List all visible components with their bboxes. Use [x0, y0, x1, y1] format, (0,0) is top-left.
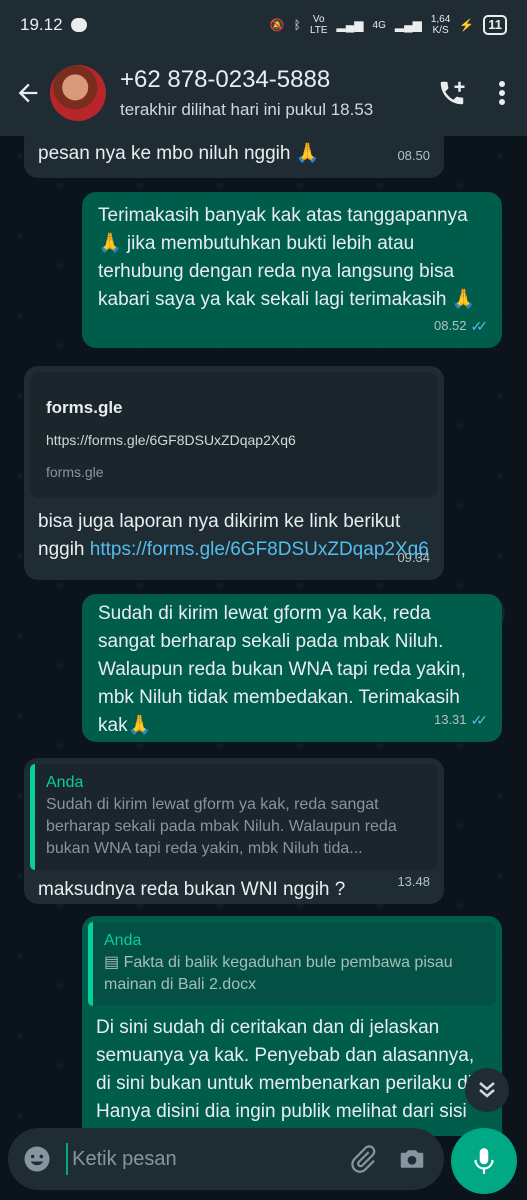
message-incoming[interactable]: pesan nya ke mbo niluh nggih 🙏 08.50	[24, 136, 444, 178]
preview-site: forms.gle	[46, 464, 104, 480]
quote-author: Anda	[46, 774, 84, 791]
message-field[interactable]	[8, 1128, 444, 1190]
preview-domain: forms.gle	[46, 398, 123, 417]
message-body: bisa juga laporan nya dikirim ke link be…	[30, 498, 438, 564]
mute-icon: 🔕	[269, 18, 285, 32]
camera-icon[interactable]	[388, 1144, 436, 1174]
chat-bubble-icon	[70, 18, 87, 32]
scroll-down-icon[interactable]	[465, 1068, 509, 1112]
message-meta: 08.52 ✓✓	[434, 312, 488, 340]
bluetooth-icon: ᛒ	[293, 18, 301, 32]
chat-area[interactable]: pesan nya ke mbo niluh nggih 🙏 08.50 Ter…	[0, 136, 527, 1136]
message-time: 08.50	[397, 148, 430, 163]
network-4g: 4G	[372, 19, 386, 31]
message-incoming-reply[interactable]: Anda Sudah di kirim lewat gform ya kak, …	[24, 758, 444, 904]
quoted-message[interactable]: Anda ▤ Fakta di balik kegaduhan bule pem…	[88, 922, 496, 1006]
battery-icon: 11	[483, 15, 507, 35]
link-preview[interactable]: forms.gle https://forms.gle/6GF8DSUxZDqa…	[30, 372, 438, 498]
charging-icon: ⚡	[459, 18, 475, 32]
avatar[interactable]	[50, 65, 106, 121]
message-time: 13.48	[397, 874, 430, 889]
quote-text: Sudah di kirim lewat gform ya kak, reda …	[46, 796, 397, 857]
message-meta: 13.31 ✓✓	[434, 706, 488, 734]
message-time: 09.34	[397, 550, 430, 565]
mic-icon[interactable]	[451, 1128, 517, 1194]
message-input[interactable]	[66, 1143, 340, 1175]
volte-indicator: Vo LTE	[309, 14, 328, 36]
input-bar	[0, 1120, 527, 1200]
double-check-icon: ✓✓	[470, 712, 489, 728]
double-check-icon: ✓✓	[470, 318, 489, 334]
message-outgoing-reply[interactable]: Anda ▤ Fakta di balik kegaduhan bule pem…	[82, 916, 502, 1136]
document-icon: ▤	[104, 954, 124, 971]
net-speed: 1,64 K/S	[430, 14, 451, 36]
message-link[interactable]: https://forms.gle/6GF8DSUxZDqap2Xq6	[90, 539, 429, 560]
emoji-icon[interactable]	[8, 1144, 66, 1174]
signal-icon-2: ▂▄▆	[394, 18, 422, 32]
contact-info[interactable]: +62 878-0234-5888 terakhir dilihat hari …	[120, 66, 427, 120]
attach-icon[interactable]	[339, 1144, 387, 1174]
message-outgoing[interactable]: Terimakasih banyak kak atas tanggapannya…	[82, 192, 502, 348]
status-time: 19.12	[20, 15, 63, 34]
message-incoming-link[interactable]: forms.gle https://forms.gle/6GF8DSUxZDqa…	[24, 366, 444, 580]
message-text: Sudah di kirim lewat gform ya kak, reda …	[98, 603, 466, 736]
message-outgoing[interactable]: Sudah di kirim lewat gform ya kak, reda …	[82, 594, 502, 742]
contact-name: +62 878-0234-5888	[120, 66, 331, 93]
quote-doc: ▤ Fakta di balik kegaduhan bule pembawa …	[104, 952, 484, 996]
status-bar: 19.12 🔕 ᛒ Vo LTE ▂▄▆ 4G ▂▄▆ 1,64 K/S ⚡ 11	[0, 0, 527, 50]
add-call-icon[interactable]	[427, 78, 477, 108]
message-text: maksudnya reda bukan WNI nggih ?	[38, 879, 346, 900]
signal-icon: ▂▄▆	[336, 18, 364, 32]
back-arrow-icon[interactable]	[8, 79, 48, 107]
quoted-message[interactable]: Anda Sudah di kirim lewat gform ya kak, …	[30, 764, 438, 870]
message-text: Di sini sudah di ceritakan dan di jelask…	[96, 1017, 488, 1136]
message-text: Terimakasih banyak kak atas tanggapannya…	[98, 205, 476, 310]
message-text: pesan nya ke mbo niluh nggih 🙏	[38, 143, 320, 164]
quote-author: Anda	[104, 932, 142, 949]
preview-url: https://forms.gle/6GF8DSUxZDqap2Xq6	[46, 432, 296, 448]
last-seen: terakhir dilihat hari ini pukul 18.53	[120, 100, 374, 119]
chat-header: +62 878-0234-5888 terakhir dilihat hari …	[0, 50, 527, 136]
quote-text: Fakta di balik kegaduhan bule pembawa pi…	[104, 954, 453, 993]
more-vert-icon[interactable]	[477, 80, 527, 106]
